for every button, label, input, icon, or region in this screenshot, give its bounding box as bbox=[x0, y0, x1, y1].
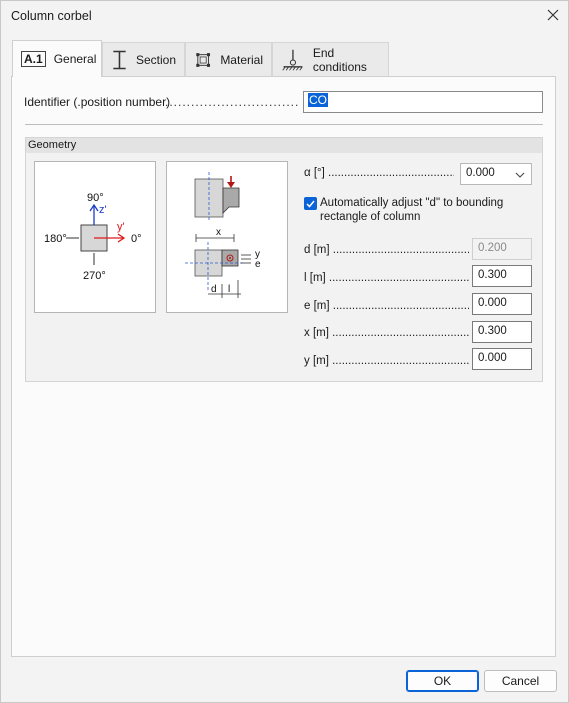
close-icon bbox=[547, 9, 559, 21]
dim-x-label: x bbox=[216, 227, 221, 238]
x-label: x [m] ..................................… bbox=[304, 327, 469, 339]
tab-general[interactable]: A.1 General bbox=[12, 40, 102, 77]
tab-label: General bbox=[53, 52, 97, 66]
dim-l-label: l bbox=[228, 284, 230, 295]
a1-icon: A.1 bbox=[21, 51, 46, 67]
window-title: Column corbel bbox=[11, 9, 92, 23]
support-icon bbox=[282, 49, 303, 70]
l-input[interactable]: 0.300 bbox=[472, 265, 532, 287]
tab-section[interactable]: Section bbox=[102, 42, 185, 76]
orientation-diagram: z' y' 90° 180° 0° 270° bbox=[34, 161, 156, 313]
geometry-group-label: Geometry bbox=[28, 139, 77, 151]
e-input[interactable]: 0.000 bbox=[472, 293, 532, 315]
geometry-group-header bbox=[26, 138, 542, 153]
checkmark-icon bbox=[306, 200, 315, 208]
alpha-select[interactable]: 0.000 bbox=[460, 163, 532, 185]
dim-e-label: e bbox=[255, 259, 261, 270]
angle-90-label: 90° bbox=[87, 192, 104, 204]
angle-180-label: 180° bbox=[44, 233, 67, 245]
axis-y-label: y' bbox=[117, 221, 125, 233]
angle-0-label: 0° bbox=[131, 233, 142, 245]
d-label: d [m] ..................................… bbox=[304, 244, 469, 256]
dim-d-label: d bbox=[211, 284, 217, 295]
material-cube-icon bbox=[196, 52, 211, 67]
y-input[interactable]: 0.000 bbox=[472, 348, 532, 370]
tab-end-conditions[interactable]: End conditions bbox=[272, 42, 389, 76]
close-button[interactable] bbox=[540, 4, 566, 26]
identifier-value: CO bbox=[308, 93, 328, 107]
tab-label: Section bbox=[135, 52, 176, 67]
identifier-leader-dots: ........................................… bbox=[165, 95, 299, 109]
auto-adjust-checkbox[interactable] bbox=[304, 197, 317, 210]
separator bbox=[25, 124, 543, 125]
axis-z-label: z' bbox=[99, 204, 107, 216]
chevron-down-icon bbox=[515, 172, 525, 178]
auto-adjust-label: Automatically adjust "d" to bounding rec… bbox=[320, 197, 504, 223]
tab-material[interactable]: Material bbox=[185, 42, 272, 76]
corbel-diagram: x y e d l bbox=[166, 161, 288, 313]
l-label: l [m] ..................................… bbox=[304, 272, 469, 284]
tab-label: Material bbox=[220, 52, 263, 67]
alpha-value: 0.000 bbox=[466, 167, 495, 179]
x-input[interactable]: 0.300 bbox=[472, 321, 532, 343]
d-input[interactable]: 0.200 bbox=[472, 238, 532, 260]
e-label: e [m] ..................................… bbox=[304, 300, 469, 312]
cancel-button[interactable]: Cancel bbox=[484, 670, 557, 692]
identifier-label: Identifier (.position number) bbox=[24, 95, 171, 109]
alpha-label: α [°] ..................................… bbox=[304, 167, 454, 179]
identifier-input[interactable]: CO bbox=[303, 91, 543, 113]
angle-270-label: 270° bbox=[83, 270, 106, 282]
tab-label: End conditions bbox=[312, 45, 367, 74]
ok-button[interactable]: OK bbox=[406, 670, 479, 692]
y-label: y [m] ..................................… bbox=[304, 355, 469, 367]
i-beam-icon bbox=[113, 50, 126, 69]
